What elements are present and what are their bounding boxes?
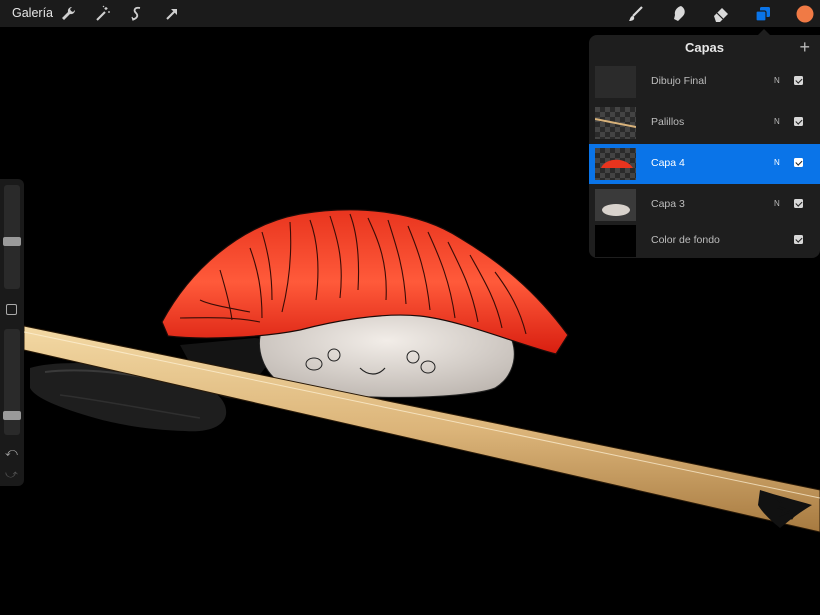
- blend-mode-button[interactable]: N: [774, 199, 780, 208]
- transform-arrow-icon[interactable]: [162, 4, 182, 24]
- eraser-icon[interactable]: [711, 4, 731, 24]
- magic-wand-icon[interactable]: [92, 4, 112, 24]
- undo-icon[interactable]: ⤺: [5, 446, 19, 458]
- layer-row-palillos[interactable]: Palillos N: [589, 103, 820, 143]
- blend-mode-button[interactable]: N: [774, 76, 780, 85]
- layer-name: Capa 3: [651, 198, 685, 210]
- layer-thumbnail: [595, 107, 636, 139]
- gallery-button[interactable]: Galería: [12, 6, 53, 20]
- layer-name: Color de fondo: [651, 234, 720, 246]
- top-toolbar: Galería: [0, 0, 820, 27]
- visibility-checkbox[interactable]: [794, 76, 803, 85]
- redo-icon[interactable]: ⤻: [5, 468, 19, 480]
- blend-mode-button[interactable]: N: [774, 158, 780, 167]
- layer-name: Dibujo Final: [651, 75, 707, 87]
- layers-icon[interactable]: [753, 4, 773, 24]
- layer-thumbnail: [595, 189, 636, 221]
- color-swatch[interactable]: [795, 4, 815, 24]
- layer-row-color-de-fondo[interactable]: Color de fondo: [589, 221, 820, 258]
- smudge-icon[interactable]: [669, 4, 689, 24]
- layer-row-capa-4[interactable]: Capa 4 N: [589, 144, 820, 184]
- visibility-checkbox[interactable]: [794, 158, 803, 167]
- layers-title: Capas: [684, 40, 725, 55]
- visibility-checkbox[interactable]: [794, 235, 803, 244]
- layer-thumbnail: [595, 148, 636, 180]
- visibility-checkbox[interactable]: [794, 117, 803, 126]
- layer-name: Palillos: [651, 116, 685, 128]
- layer-thumbnail: [595, 225, 636, 257]
- modify-button[interactable]: [6, 304, 17, 315]
- wrench-icon[interactable]: [58, 4, 78, 24]
- layers-panel: Capas + Dibujo Final N Palillos N Capa 4…: [589, 35, 820, 258]
- opacity-thumb[interactable]: [3, 411, 21, 421]
- layer-row-capa-3[interactable]: Capa 3 N: [589, 185, 820, 225]
- layer-thumbnail: [595, 66, 636, 98]
- brush-size-thumb[interactable]: [3, 237, 21, 247]
- brush-icon[interactable]: [626, 4, 646, 24]
- selection-icon[interactable]: [127, 4, 147, 24]
- visibility-checkbox[interactable]: [794, 199, 803, 208]
- left-sidebar: ⤺ ⤻: [0, 179, 24, 486]
- blend-mode-button[interactable]: N: [774, 117, 780, 126]
- layer-name: Capa 4: [651, 157, 685, 169]
- layer-row-dibujo-final[interactable]: Dibujo Final N: [589, 62, 820, 102]
- plus-icon[interactable]: +: [799, 37, 810, 58]
